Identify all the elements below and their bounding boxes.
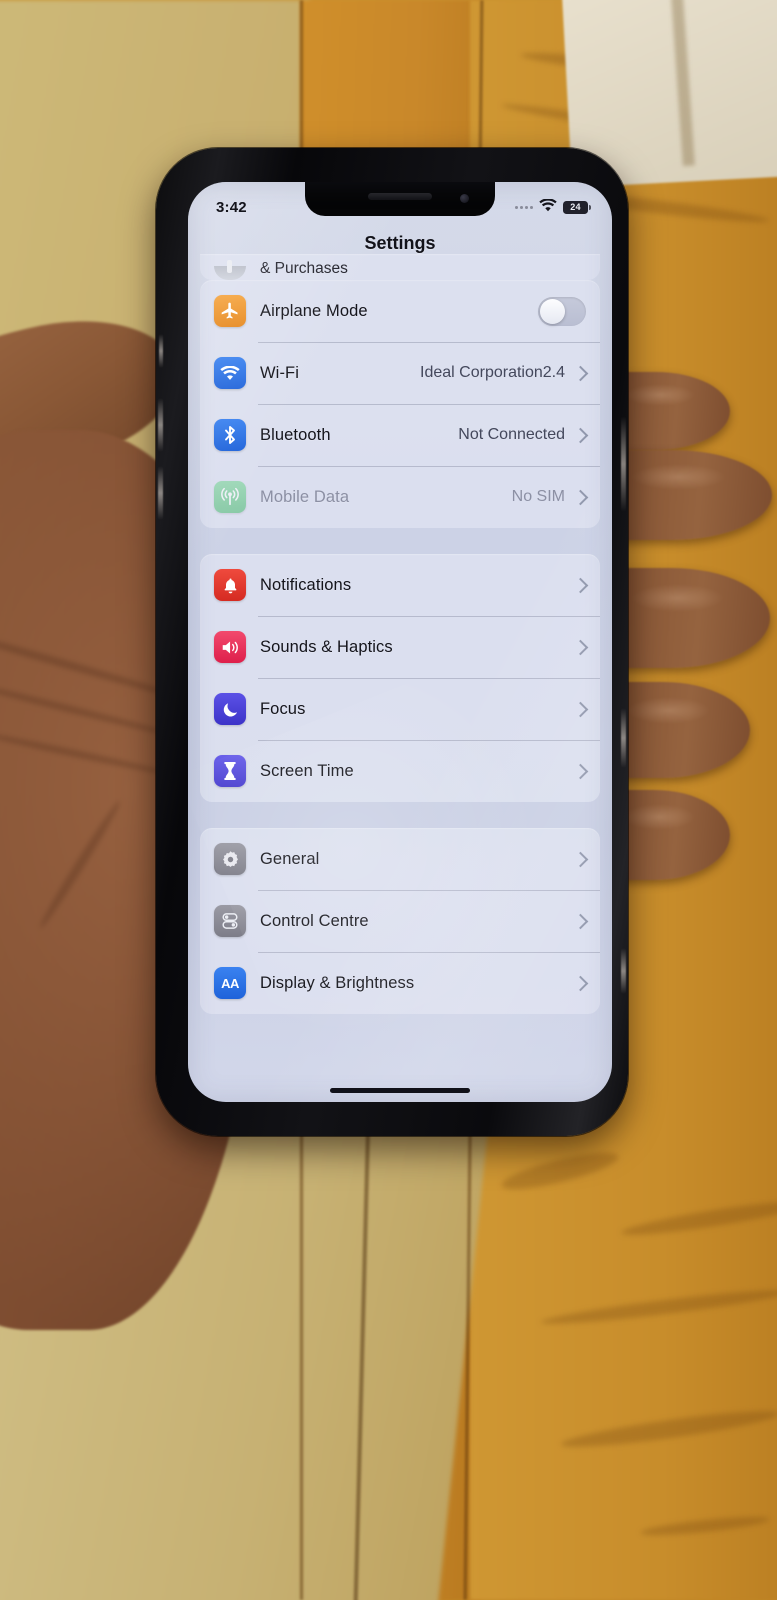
chevron-right-icon <box>572 913 589 929</box>
chevron-right-icon <box>572 577 589 593</box>
settings-group-system: General Control Centre AA Display & Brig… <box>200 828 600 1014</box>
airplane-icon <box>214 295 246 327</box>
moon-icon <box>214 693 246 725</box>
chevron-right-icon <box>572 975 589 991</box>
sidebar-item-notifications[interactable]: Notifications <box>200 554 600 616</box>
device-edge-highlight <box>621 708 626 768</box>
bluetooth-icon <box>214 419 246 451</box>
sidebar-item-focus[interactable]: Focus <box>200 678 600 740</box>
mobile-data-status-value: No SIM <box>511 488 565 505</box>
wifi-icon <box>214 357 246 389</box>
list-item-label: Screen Time <box>260 761 354 780</box>
sidebar-item-wifi[interactable]: Wi-Fi Ideal Corporation2.4 <box>200 342 600 404</box>
battery-percent: 24 <box>570 201 581 212</box>
status-time: 3:42 <box>216 198 247 216</box>
list-item-label: Display & Brightness <box>260 973 415 992</box>
device-edge-highlight <box>621 948 626 994</box>
chevron-right-icon <box>572 851 589 867</box>
volume-up-button[interactable] <box>158 398 163 452</box>
cellular-signal-icon <box>515 205 533 209</box>
cellular-antenna-icon <box>214 481 246 513</box>
wifi-icon <box>539 197 557 216</box>
side-power-button[interactable] <box>621 416 626 512</box>
list-item-label: General <box>260 849 320 868</box>
list-item-label: Bluetooth <box>260 425 331 444</box>
settings-scroll-list[interactable]: & Purchases Airplane Mode Wi-Fi Ideal Co… <box>188 254 612 1102</box>
chevron-right-icon <box>572 639 589 655</box>
sidebar-item-airplane-mode[interactable]: Airplane Mode <box>200 280 600 342</box>
speaker-icon <box>214 631 246 663</box>
front-camera-icon <box>460 194 469 203</box>
palm-crease <box>36 798 124 931</box>
airplane-mode-toggle[interactable] <box>538 296 586 326</box>
photo-scene: 3:42 24 Settings & Purchases Airplane Mo… <box>0 0 777 1600</box>
gear-icon <box>214 843 246 875</box>
sidebar-item-display-brightness[interactable]: AA Display & Brightness <box>200 952 600 1014</box>
sliders-icon <box>214 905 246 937</box>
bell-icon <box>214 569 246 601</box>
chevron-right-icon <box>572 427 589 443</box>
bluetooth-status-value: Not Connected <box>458 426 565 443</box>
chevron-right-icon <box>572 701 589 717</box>
iphone-device: 3:42 24 Settings & Purchases Airplane Mo… <box>156 148 628 1136</box>
home-indicator-bar[interactable] <box>330 1088 470 1093</box>
volume-down-button[interactable] <box>158 466 163 520</box>
settings-group-connectivity: Airplane Mode Wi-Fi Ideal Corporation2.4… <box>200 280 600 528</box>
list-item-label: Mobile Data <box>260 487 350 506</box>
sidebar-item-sounds-haptics[interactable]: Sounds & Haptics <box>200 616 600 678</box>
display-notch <box>305 182 495 216</box>
sidebar-item-general[interactable]: General <box>200 828 600 890</box>
palm-crease <box>0 730 169 777</box>
list-item-label: Focus <box>260 699 306 718</box>
battery-icon: 24 <box>563 200 591 214</box>
page-title: Settings <box>364 232 436 253</box>
sidebar-item-mobile-data[interactable]: Mobile Data No SIM <box>200 466 600 528</box>
list-item-label: Notifications <box>260 575 352 594</box>
list-item-label: Wi-Fi <box>260 363 299 382</box>
chevron-right-icon <box>572 365 589 381</box>
palm-crease <box>0 628 177 700</box>
list-item-label: Airplane Mode <box>260 301 368 320</box>
chevron-right-icon <box>572 763 589 779</box>
apple-id-avatar-icon <box>214 260 246 280</box>
chevron-right-icon <box>572 489 589 505</box>
phone-screen: 3:42 24 Settings & Purchases Airplane Mo… <box>188 182 612 1102</box>
list-item-label: Sounds & Haptics <box>260 637 393 656</box>
hourglass-icon <box>214 755 246 787</box>
aa-text-icon: AA <box>214 967 246 999</box>
sidebar-item-screen-time[interactable]: Screen Time <box>200 740 600 802</box>
sidebar-item-control-centre[interactable]: Control Centre <box>200 890 600 952</box>
wifi-network-value: Ideal Corporation2.4 <box>420 364 565 381</box>
list-item-label: Control Centre <box>260 911 369 930</box>
ring-switch[interactable] <box>159 334 163 368</box>
sidebar-item-bluetooth[interactable]: Bluetooth Not Connected <box>200 404 600 466</box>
earpiece-speaker-icon <box>368 193 432 200</box>
settings-group-alerts: Notifications Sounds & Haptics Focus Scr… <box>200 554 600 802</box>
